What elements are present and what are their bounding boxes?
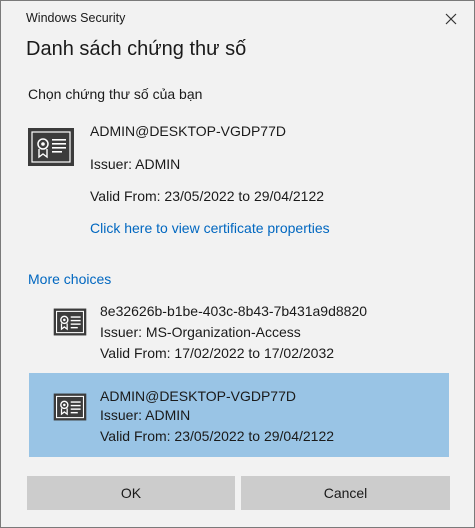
- choice-cert-validity: Valid From: 17/02/2022 to 17/02/2032: [100, 345, 335, 361]
- selected-cert-issuer: Issuer: ADMIN: [90, 156, 181, 172]
- certificate-icon: [28, 128, 74, 166]
- choice-cert-validity: Valid From: 23/05/2022 to 29/04/2122: [100, 428, 335, 444]
- certificate-choice-selected[interactable]: ADMIN@DESKTOP-VGDP77D Issuer: ADMIN Vali…: [29, 373, 449, 457]
- choice-cert-issuer: Issuer: MS-Organization-Access: [100, 324, 301, 340]
- close-button[interactable]: [436, 6, 466, 32]
- selected-cert-validity: Valid From: 23/05/2022 to 29/04/2122: [90, 188, 325, 204]
- dialog-subheading: Chọn chứng thư số của bạn: [28, 86, 203, 102]
- choice-cert-name: ADMIN@DESKTOP-VGDP77D: [100, 388, 296, 404]
- more-choices-link[interactable]: More choices: [28, 271, 111, 287]
- view-cert-properties-link[interactable]: Click here to view certificate propertie…: [90, 220, 330, 236]
- cancel-button[interactable]: Cancel: [241, 476, 450, 510]
- ok-button[interactable]: OK: [27, 476, 235, 510]
- certificate-icon: [53, 393, 87, 421]
- selected-cert-name: ADMIN@DESKTOP-VGDP77D: [90, 123, 286, 139]
- choice-cert-issuer: Issuer: ADMIN: [100, 407, 191, 423]
- dialog-heading: Danh sách chứng thư số: [26, 38, 247, 60]
- choice-cert-name: 8e32626b-b1be-403c-8b43-7b431a9d8820: [100, 303, 368, 319]
- certificate-icon: [53, 308, 87, 336]
- close-icon: [445, 13, 457, 25]
- certificate-choice[interactable]: 8e32626b-b1be-403c-8b43-7b431a9d8820 Iss…: [29, 291, 449, 369]
- app-title: Windows Security: [26, 11, 126, 25]
- certificate-dialog: Windows Security Danh sách chứng thư số …: [0, 0, 475, 528]
- title-bar: Windows Security: [1, 1, 474, 35]
